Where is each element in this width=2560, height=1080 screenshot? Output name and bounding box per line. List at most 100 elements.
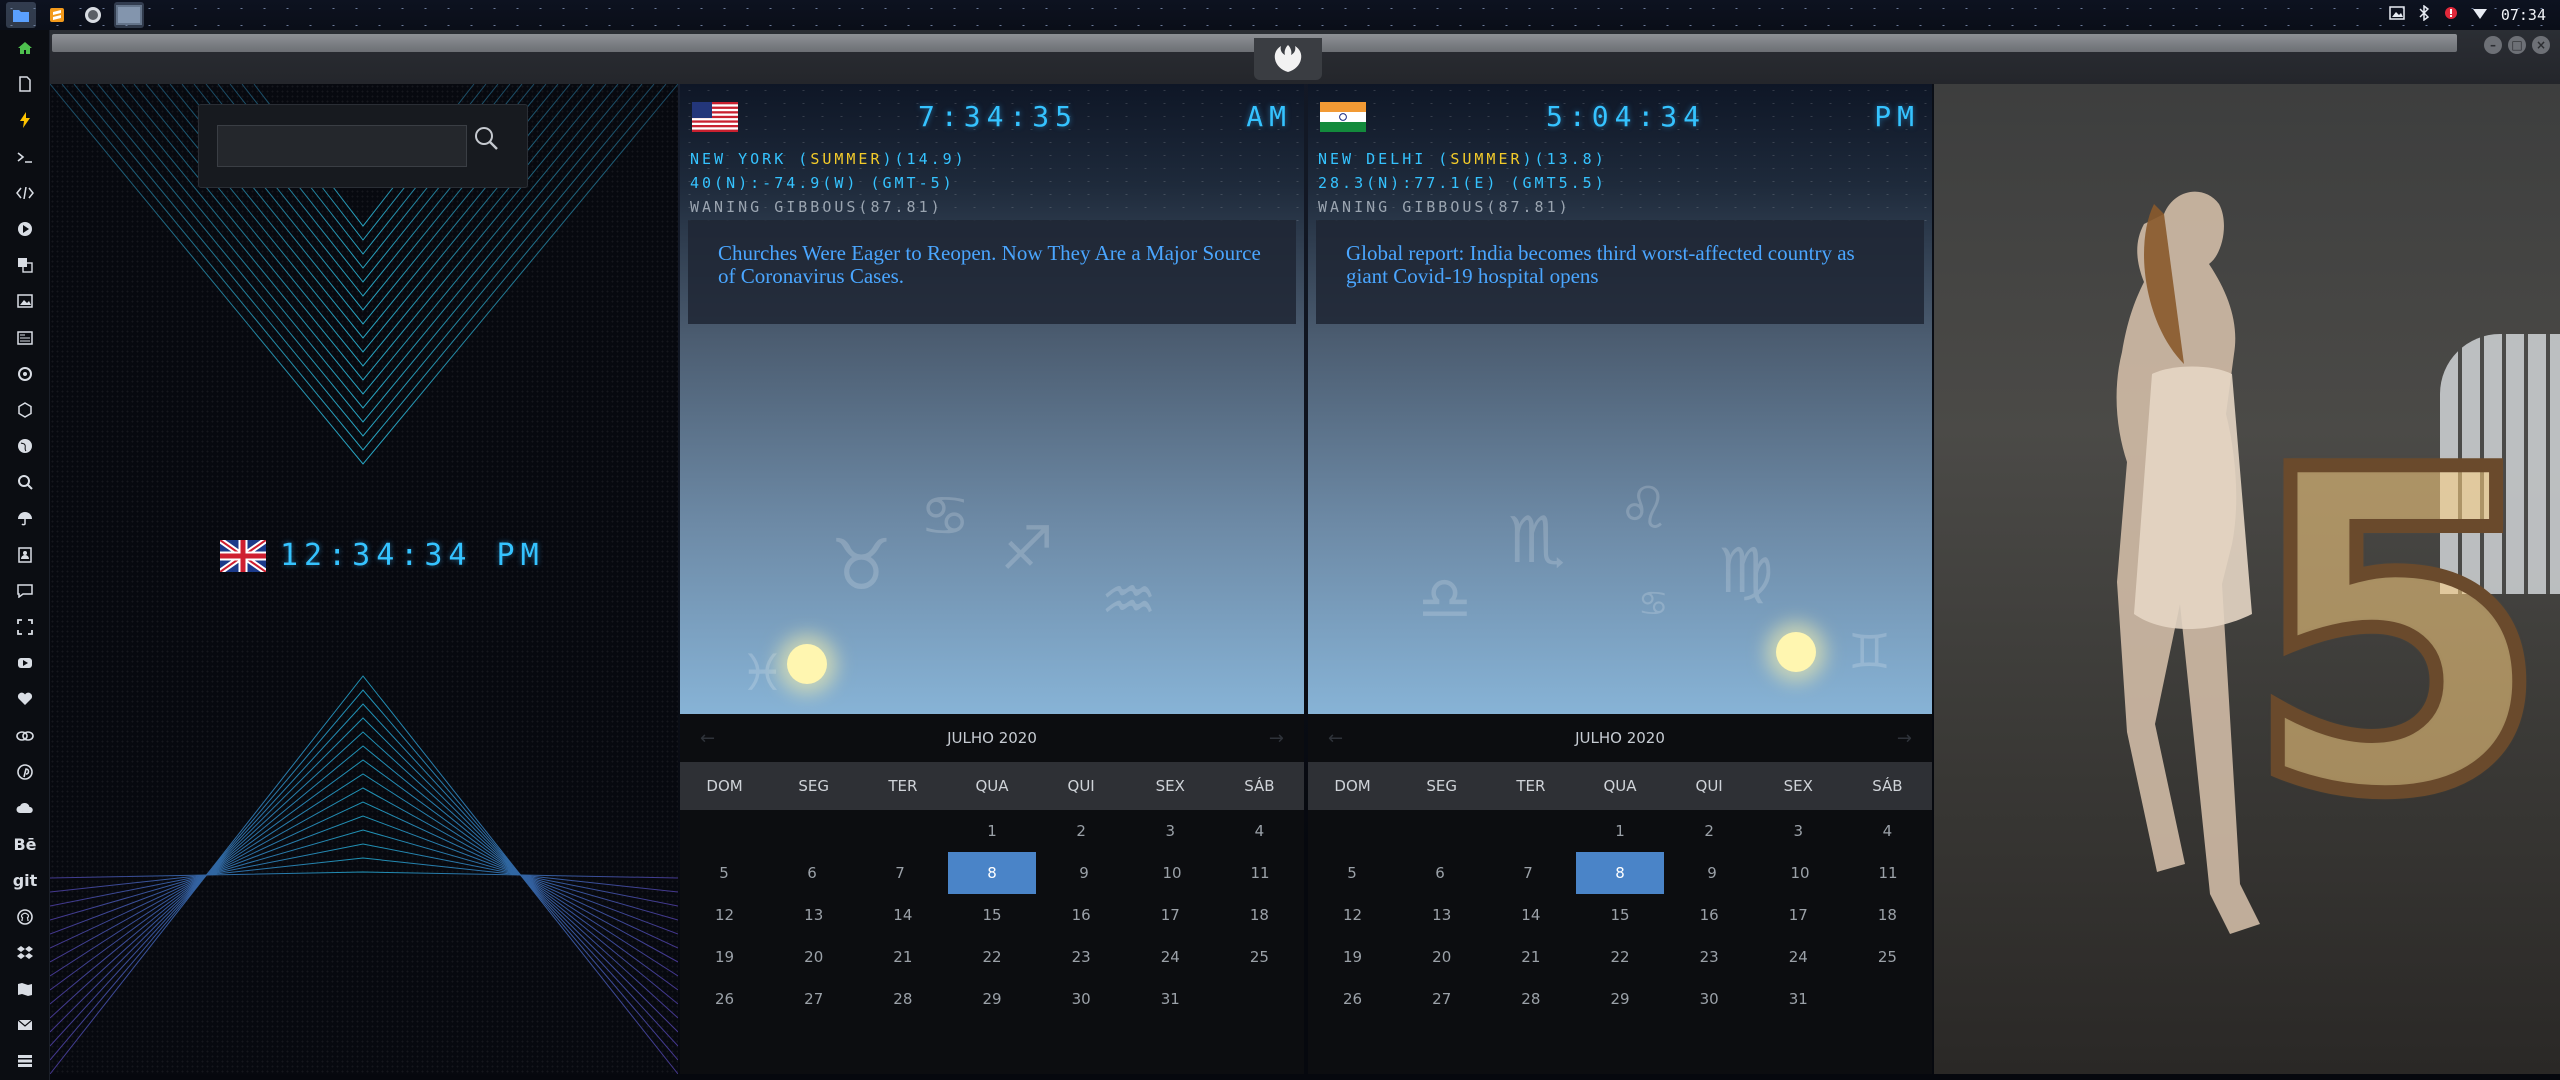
calendar-day[interactable]: 10 — [1128, 852, 1216, 894]
new-york-headline[interactable]: Churches Were Eager to Reopen. Now They … — [718, 242, 1266, 288]
new-york-news-card[interactable]: Churches Were Eager to Reopen. Now They … — [688, 220, 1296, 324]
calendar-day-today[interactable]: 8 — [1576, 852, 1664, 894]
new-delhi-headline[interactable]: Global report: India becomes third worst… — [1346, 242, 1894, 288]
home-icon[interactable] — [0, 30, 50, 66]
wifi-icon[interactable] — [2472, 6, 2487, 24]
calendar-day[interactable]: 22 — [1575, 936, 1664, 978]
calendar-day[interactable]: 23 — [1665, 936, 1754, 978]
calendar-day[interactable]: 25 — [1843, 936, 1932, 978]
search-icon[interactable] — [0, 464, 50, 500]
link-icon[interactable] — [0, 718, 50, 754]
calendar-day[interactable]: 5 — [680, 852, 768, 894]
heart-icon[interactable] — [0, 681, 50, 717]
terminal-icon[interactable] — [0, 139, 50, 175]
calendar-day[interactable]: 19 — [680, 936, 769, 978]
calendar-day[interactable]: 29 — [947, 978, 1036, 1020]
pinterest-icon[interactable] — [0, 754, 50, 790]
calendar-day[interactable]: 29 — [1575, 978, 1664, 1020]
globe-icon[interactable] — [0, 428, 50, 464]
calendar-day[interactable]: 2 — [1665, 810, 1754, 852]
calendar-day-today[interactable]: 8 — [948, 852, 1036, 894]
calendar-day[interactable]: 23 — [1037, 936, 1126, 978]
calendar-day[interactable]: 15 — [1575, 894, 1664, 936]
hexagon-icon[interactable] — [0, 392, 50, 428]
maximize-icon[interactable]: □ — [2508, 36, 2526, 54]
play-icon[interactable] — [0, 211, 50, 247]
github-icon[interactable] — [0, 899, 50, 935]
calendar-day[interactable]: 7 — [856, 852, 944, 894]
news-icon[interactable] — [0, 320, 50, 356]
synergy-icon[interactable] — [78, 2, 108, 28]
calendar-day[interactable]: 6 — [768, 852, 856, 894]
calendar-day[interactable]: 7 — [1484, 852, 1572, 894]
next-month-icon[interactable]: → — [1897, 728, 1912, 749]
bolt-icon[interactable] — [0, 102, 50, 138]
calendar-day[interactable]: 2 — [1037, 810, 1126, 852]
calendar-day[interactable]: 17 — [1126, 894, 1215, 936]
calendar-day[interactable]: 3 — [1126, 810, 1215, 852]
calendar-day[interactable]: 20 — [1397, 936, 1486, 978]
calendar-day[interactable]: 26 — [1308, 978, 1397, 1020]
calendar-day[interactable]: 15 — [947, 894, 1036, 936]
calendar-day[interactable]: 28 — [1486, 978, 1575, 1020]
image-gallery-icon[interactable] — [0, 283, 50, 319]
calendar-day[interactable]: 16 — [1665, 894, 1754, 936]
calendar-day[interactable]: 21 — [858, 936, 947, 978]
calendar-day[interactable]: 13 — [1397, 894, 1486, 936]
calendar-day[interactable]: 9 — [1040, 852, 1128, 894]
calendar-day[interactable]: 19 — [1308, 936, 1397, 978]
calendar-day[interactable]: 10 — [1756, 852, 1844, 894]
calendar-day[interactable]: 1 — [1575, 810, 1664, 852]
calendar-day[interactable]: 30 — [1665, 978, 1754, 1020]
calendar-day[interactable]: 18 — [1843, 894, 1932, 936]
chat-icon[interactable] — [0, 573, 50, 609]
desktop-thumbnail-icon[interactable] — [114, 2, 144, 28]
calendar-day[interactable]: 12 — [680, 894, 769, 936]
image-icon[interactable] — [2389, 6, 2405, 24]
map-icon[interactable] — [0, 971, 50, 1007]
search-button[interactable] — [473, 125, 515, 167]
umbrella-icon[interactable] — [0, 500, 50, 536]
calendar-day[interactable]: 17 — [1754, 894, 1843, 936]
calendar-day[interactable]: 4 — [1843, 810, 1932, 852]
folder-icon[interactable] — [6, 2, 36, 28]
alert-gear-icon[interactable] — [2443, 5, 2459, 25]
calendar-day[interactable]: 4 — [1215, 810, 1304, 852]
calendar-day[interactable]: 16 — [1037, 894, 1126, 936]
file-icon[interactable] — [0, 66, 50, 102]
minimize-icon[interactable]: – — [2484, 36, 2502, 54]
mail-icon[interactable] — [0, 1007, 50, 1043]
sublime-icon[interactable] — [42, 2, 72, 28]
youtube-icon[interactable] — [0, 645, 50, 681]
git-icon[interactable]: git — [0, 862, 50, 898]
close-icon[interactable]: × — [2532, 36, 2550, 54]
new-delhi-news-card[interactable]: Global report: India becomes third worst… — [1316, 220, 1924, 324]
search-input[interactable] — [217, 125, 467, 167]
prev-month-icon[interactable]: ← — [1328, 728, 1343, 749]
dropbox-icon[interactable] — [0, 935, 50, 971]
behance-icon[interactable]: Bē — [0, 826, 50, 862]
translate-icon[interactable] — [0, 247, 50, 283]
storage-icon[interactable] — [0, 1043, 50, 1079]
calendar-day[interactable]: 11 — [1216, 852, 1304, 894]
calendar-day[interactable]: 3 — [1754, 810, 1843, 852]
calendar-day[interactable]: 21 — [1486, 936, 1575, 978]
settings-icon[interactable] — [0, 356, 50, 392]
calendar-day[interactable]: 27 — [769, 978, 858, 1020]
calendar-day[interactable]: 28 — [858, 978, 947, 1020]
calendar-day[interactable]: 30 — [1037, 978, 1126, 1020]
calendar-day[interactable]: 25 — [1215, 936, 1304, 978]
calendar-day[interactable]: 9 — [1668, 852, 1756, 894]
calendar-day[interactable]: 13 — [769, 894, 858, 936]
calendar-day[interactable]: 27 — [1397, 978, 1486, 1020]
contacts-icon[interactable] — [0, 537, 50, 573]
code-icon[interactable] — [0, 175, 50, 211]
calendar-day[interactable]: 14 — [858, 894, 947, 936]
calendar-day[interactable]: 31 — [1126, 978, 1215, 1020]
next-month-icon[interactable]: → — [1269, 728, 1284, 749]
cloud-icon[interactable] — [0, 790, 50, 826]
calendar-day[interactable]: 1 — [947, 810, 1036, 852]
taskbar-clock[interactable]: 07:34 — [2501, 6, 2546, 24]
calendar-day[interactable]: 31 — [1754, 978, 1843, 1020]
calendar-day[interactable]: 26 — [680, 978, 769, 1020]
